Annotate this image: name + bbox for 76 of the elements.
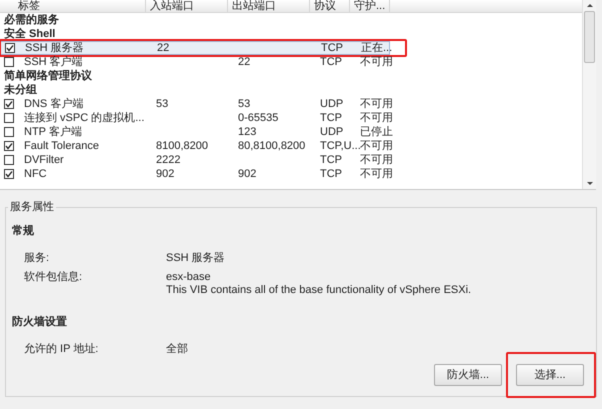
- table-row[interactable]: 连接到 vSPC 的虚拟机... 0-65535 TCP 不可用: [0, 111, 390, 125]
- field-label: 软件包信息:: [24, 271, 84, 285]
- checkbox[interactable]: [4, 141, 14, 151]
- column-header[interactable]: 出站端口: [228, 0, 310, 12]
- column-header[interactable]: 守护...: [350, 0, 390, 12]
- dialog-button[interactable]: 防火墙...: [434, 364, 502, 386]
- field-value: esx-base: [166, 271, 211, 284]
- table-cell: 正在...: [361, 42, 392, 54]
- table-cell: 53: [156, 98, 168, 110]
- checkbox[interactable]: [4, 155, 14, 165]
- checkbox[interactable]: [5, 43, 15, 53]
- field-value: This VIB contains all of the base functionality of vSphere ESXi.: [166, 284, 472, 297]
- table-cell: 已停止: [360, 126, 393, 138]
- table-cell: 不可用: [360, 168, 393, 180]
- scroll-down-icon[interactable]: [586, 182, 592, 185]
- table-cell: 22: [157, 42, 170, 54]
- table-cell: NTP 客户端: [24, 126, 82, 138]
- table-row[interactable]: DNS 客户端 53 53 UDP 不可用: [0, 97, 390, 111]
- table-cell: 不可用: [360, 112, 393, 124]
- field-value: 全部: [166, 343, 188, 356]
- table-cell: 不可用: [360, 154, 393, 166]
- table-row[interactable]: Fault Tolerance 8100,8200 80,8100,8200 TCP,U...不可用: [0, 139, 390, 153]
- table-cell: Fault Tolerance: [24, 140, 100, 152]
- table-cell: 8100,8200: [156, 140, 208, 152]
- table-cell: UDP: [320, 98, 344, 110]
- checkbox[interactable]: [4, 99, 14, 109]
- scroll-thumb[interactable]: [584, 11, 595, 63]
- table-cell: SSH 客户端: [24, 56, 83, 68]
- group-label: 未分组: [4, 83, 37, 97]
- checkbox[interactable]: [4, 57, 14, 67]
- column-header[interactable]: 协议: [310, 0, 350, 12]
- table-cell: 22: [238, 56, 250, 68]
- table-cell: TCP: [320, 112, 342, 124]
- table-cell: 902: [238, 168, 256, 180]
- table-cell: DVFilter: [24, 154, 64, 166]
- group-label: 安全 Shell: [4, 27, 56, 41]
- table-cell: TCP: [320, 168, 342, 180]
- table-row[interactable]: NFC 902 902 TCP 不可用: [0, 167, 390, 181]
- table-row[interactable]: NTP 客户端 123 UDP 已停止: [0, 125, 390, 139]
- field-label: 服务:: [24, 252, 50, 265]
- section-heading: 防火墙设置: [12, 315, 67, 329]
- checkbox[interactable]: [4, 127, 14, 137]
- table-cell: 53: [238, 98, 250, 110]
- table-cell: SSH 服务器: [25, 42, 84, 54]
- column-header[interactable]: 标签: [0, 0, 146, 12]
- group-label: 必需的服务: [4, 13, 59, 27]
- table-cell: 902: [156, 168, 174, 180]
- scroll-up-icon[interactable]: [586, 4, 592, 7]
- table-cell: 2222: [156, 154, 180, 166]
- table-cell: 123: [238, 126, 256, 138]
- group-title: 服务属性: [8, 200, 56, 214]
- table-cell: DNS 客户端: [24, 98, 84, 110]
- section-heading: 常规: [12, 224, 34, 238]
- table-row[interactable]: SSH 服务器 22 TCP 正在...: [0, 41, 390, 55]
- table-cell: TCP: [321, 42, 343, 54]
- checkbox[interactable]: [4, 113, 14, 123]
- table-row[interactable]: DVFilter 2222 TCP 不可用: [0, 153, 390, 167]
- table-row[interactable]: SSH 客户端 22 TCP 不可用: [0, 55, 390, 69]
- table-cell: UDP: [320, 126, 344, 138]
- scrollbar[interactable]: [582, 0, 596, 189]
- group-label: 简单网络管理协议: [4, 69, 92, 83]
- table-cell: 0-65535: [238, 112, 278, 124]
- table-cell: 不可用: [360, 56, 393, 68]
- table-cell: 不可用: [360, 98, 393, 110]
- table-cell: 80,8100,8200: [238, 140, 306, 152]
- checkbox[interactable]: [4, 169, 14, 179]
- table-cell: TCP: [320, 154, 342, 166]
- table-cell: TCP: [320, 56, 342, 68]
- table-cell: 连接到 vSPC 的虚拟机...: [24, 112, 144, 124]
- table-cell: TCP,U...: [320, 140, 361, 152]
- table-cell: 不可用: [360, 140, 393, 152]
- column-header[interactable]: 入站端口: [146, 0, 228, 12]
- dialog-button[interactable]: 选择...: [516, 364, 584, 386]
- field-value: SSH 服务器: [166, 252, 225, 265]
- field-label: 允许的 IP 地址:: [24, 343, 100, 356]
- table-cell: NFC: [24, 168, 47, 180]
